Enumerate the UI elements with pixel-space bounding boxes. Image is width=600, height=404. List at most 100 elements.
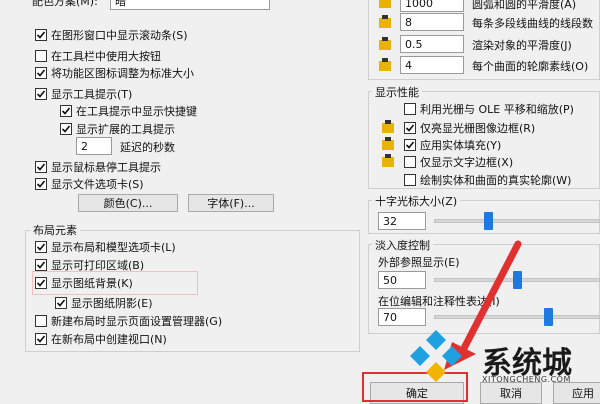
arc-smoothness-input[interactable]: 1000 (400, 0, 464, 12)
render-smoothness-label: 渲染对象的平滑度(J) (472, 39, 572, 52)
crosshair-size-input[interactable]: 32 (378, 212, 426, 230)
saved-drawing-icon (380, 136, 396, 152)
inplace-fade-input[interactable]: 70 (378, 308, 426, 326)
watermark-url: XITONGCHENG.COM (482, 375, 571, 384)
inplace-fade-value: 70 (383, 310, 397, 324)
checkbox[interactable] (35, 88, 47, 100)
checkbox[interactable] (404, 139, 416, 151)
option-file-tabs[interactable]: 显示文件选项卡(S) (35, 176, 144, 192)
checkbox[interactable] (35, 67, 47, 79)
crosshair-size-value: 32 (383, 214, 397, 228)
checkbox[interactable] (35, 315, 47, 327)
fade-control-title: 淡入度控制 (372, 237, 433, 253)
contour-lines-input[interactable]: 4 (400, 56, 464, 74)
option-label: 应用实体填充(Y) (420, 139, 502, 152)
option-paper-background[interactable]: 显示图纸背景(K) (35, 275, 133, 291)
option-raster-ole[interactable]: 利用光栅与 OLE 平移和缩放(P) (404, 101, 574, 117)
layout-elements-title: 布局元素 (30, 222, 80, 238)
option-label: 在图形窗口中显示滚动条(S) (51, 29, 188, 42)
cancel-button[interactable]: 取消 (480, 382, 542, 404)
option-extended-tooltips[interactable]: 显示扩展的工具提示 (60, 121, 175, 137)
option-label: 显示文件选项卡(S) (51, 178, 144, 191)
value: 8 (405, 15, 412, 29)
option-scrollbars[interactable]: 在图形窗口中显示滚动条(S) (35, 27, 188, 43)
option-text-frame[interactable]: 仅显示文字边框(X) (404, 154, 513, 170)
option-label: 显示鼠标悬停工具提示 (51, 161, 161, 174)
option-paper-shadow[interactable]: 显示图纸阴影(E) (55, 295, 153, 311)
polyline-segments-label: 每条多段线曲线的线段数 (472, 17, 593, 30)
saved-drawing-icon (380, 119, 396, 135)
watermark-logo-icon (410, 330, 462, 382)
saved-drawing-icon (377, 36, 393, 52)
saved-drawing-icon (377, 14, 393, 30)
option-label: 利用光栅与 OLE 平移和缩放(P) (420, 103, 574, 116)
value: 4 (405, 58, 412, 72)
option-solid-fill[interactable]: 应用实体填充(Y) (404, 137, 501, 153)
value: 1000 (405, 0, 433, 10)
delay-seconds-label: 延迟的秒数 (120, 141, 175, 154)
saved-drawing-icon (377, 0, 393, 10)
option-label: 在新布局中创建视口(N) (51, 333, 167, 346)
value: 0.5 (405, 37, 423, 51)
option-true-silhouettes[interactable]: 绘制实体和曲面的真实轮廓(W) (404, 172, 571, 188)
delay-seconds-input[interactable]: 2 (76, 137, 112, 155)
option-label: 新建布局时显示页面设置管理器(G) (51, 315, 223, 328)
option-label: 显示布局和模型选项卡(L) (51, 241, 176, 254)
option-label: 显示图纸背景(K) (51, 277, 133, 290)
checkbox[interactable] (404, 122, 416, 134)
xref-fade-input[interactable]: 50 (378, 271, 426, 289)
option-ribbon-icons[interactable]: 将功能区图标调整为标准大小 (35, 65, 194, 81)
crosshair-slider-track[interactable] (434, 219, 600, 223)
option-tooltips[interactable]: 显示工具提示(T) (35, 86, 132, 102)
color-scheme-label: 配色方案(M): (32, 0, 98, 8)
checkbox[interactable] (55, 297, 67, 309)
option-label: 在工具提示中显示快捷键 (76, 105, 197, 118)
color-scheme-value: 暗 (115, 0, 126, 8)
checkbox[interactable] (35, 241, 47, 253)
checkbox[interactable] (404, 103, 416, 115)
checkbox[interactable] (404, 156, 416, 168)
crosshair-title: 十字光标大小(Z) (372, 193, 461, 209)
checkbox[interactable] (35, 259, 47, 271)
fonts-button[interactable]: 字体(F)... (188, 194, 274, 212)
option-label: 显示图纸阴影(E) (71, 297, 153, 310)
render-smoothness-input[interactable]: 0.5 (400, 35, 464, 53)
checkbox[interactable] (35, 29, 47, 41)
polyline-segments-input[interactable]: 8 (400, 13, 464, 31)
option-layout-tabs[interactable]: 显示布局和模型选项卡(L) (35, 239, 176, 255)
contour-lines-label: 每个曲面的轮廓素线(O) (472, 60, 589, 73)
saved-drawing-icon (380, 153, 396, 169)
apply-button[interactable]: 应用 (553, 382, 600, 404)
option-tooltip-shortcuts[interactable]: 在工具提示中显示快捷键 (60, 103, 197, 119)
option-label: 显示扩展的工具提示 (76, 123, 175, 136)
delay-seconds-value: 2 (81, 139, 88, 153)
option-page-setup-manager[interactable]: 新建布局时显示页面设置管理器(G) (35, 313, 222, 329)
arc-smoothness-label: 圆弧和圆的平滑度(A) (472, 0, 577, 11)
xref-fade-value: 50 (383, 273, 397, 287)
checkbox[interactable] (60, 123, 72, 135)
option-rollover-tooltips[interactable]: 显示鼠标悬停工具提示 (35, 159, 161, 175)
checkbox[interactable] (35, 277, 47, 289)
option-label: 显示工具提示(T) (51, 88, 133, 101)
color-scheme-select[interactable]: 暗 (110, 0, 270, 10)
saved-drawing-icon (377, 57, 393, 73)
slider-thumb[interactable] (512, 271, 522, 289)
option-label: 绘制实体和曲面的真实轮廓(W) (420, 174, 572, 187)
checkbox[interactable] (404, 174, 416, 186)
slider-thumb[interactable] (484, 212, 494, 230)
checkbox[interactable] (35, 333, 47, 345)
option-create-viewport[interactable]: 在新布局中创建视口(N) (35, 331, 167, 347)
option-label: 仅显示文字边框(X) (420, 156, 514, 169)
checkbox[interactable] (35, 178, 47, 190)
option-large-buttons[interactable]: 在工具栏中使用大按钮 (35, 48, 161, 64)
checkbox[interactable] (35, 161, 47, 173)
option-label: 仅亮显光栅图像边框(R) (420, 122, 536, 135)
slider-thumb[interactable] (543, 308, 553, 326)
option-label: 将功能区图标调整为标准大小 (51, 67, 194, 80)
option-raster-frame[interactable]: 仅亮显光栅图像边框(R) (404, 120, 535, 136)
option-label: 在工具栏中使用大按钮 (51, 50, 161, 63)
checkbox[interactable] (35, 50, 47, 62)
checkbox[interactable] (60, 105, 72, 117)
display-performance-title: 显示性能 (372, 84, 422, 100)
colors-button[interactable]: 颜色(C)... (78, 194, 178, 212)
